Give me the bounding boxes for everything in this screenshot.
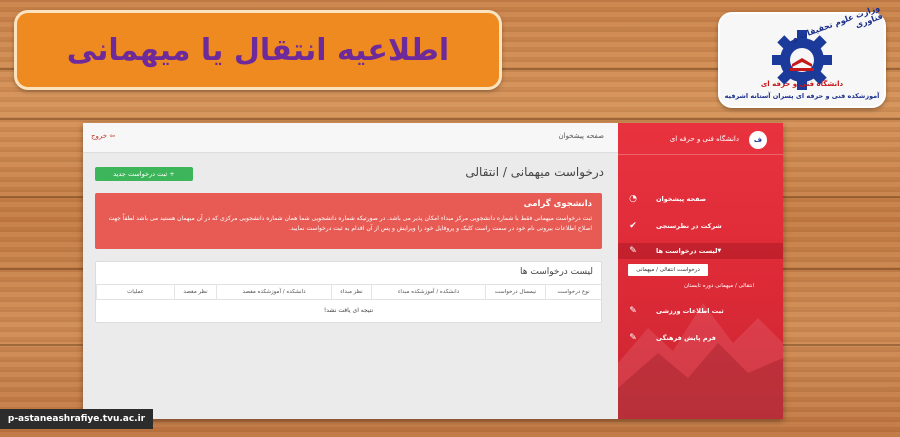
title-banner: اطلاعیه انتقال یا میهمانی xyxy=(14,10,502,90)
column-header: نوع درخواست xyxy=(545,285,601,299)
logout-label: خروج xyxy=(91,132,108,140)
mountains-background xyxy=(618,303,783,419)
page-title: درخواست میهمانی / انتقالی xyxy=(465,165,604,179)
requests-table-header: نوع درخواست نیمسال درخواست دانشکده / آمو… xyxy=(96,284,601,300)
sidebar-item-label: صفحه پیشخوان xyxy=(656,195,707,203)
sidebar-header-title: دانشگاه فنی و حرفه ای xyxy=(669,135,739,143)
breadcrumb-home[interactable]: صفحه پیشخوان xyxy=(558,132,604,140)
sidebar: ف دانشگاه فنی و حرفه ای ◔ صفحه پیشخوان ✔… xyxy=(618,123,783,419)
sidebar-item-dashboard[interactable]: ◔ صفحه پیشخوان xyxy=(618,191,783,207)
plus-icon: + xyxy=(167,170,175,178)
empty-table-message: نتیجه ای یافت نشد! xyxy=(323,307,374,314)
alert-text: ثبت درخواست میهمانی فقط با شماره دانشجوی… xyxy=(108,215,592,232)
sidebar-header: ف دانشگاه فنی و حرفه ای xyxy=(618,123,783,155)
university-logo: وزارت علوم تحقیقات و فناوری دانشگاه فنی … xyxy=(718,3,886,108)
dashboard-icon: ◔ xyxy=(629,194,637,204)
logo-college-text: آموزشکده فنی و حرفه ای پسران آستانه اشرف… xyxy=(724,92,880,100)
website-url-tag: p-astaneashrafiye.tvu.ac.ir xyxy=(0,409,153,429)
new-request-button[interactable]: + ثبت درخواست جدید xyxy=(95,167,193,181)
column-header: نظر مقصد xyxy=(174,285,216,299)
new-request-label: ثبت درخواست جدید xyxy=(113,170,168,178)
logo-university-text: دانشگاه فنی و حرفه ای xyxy=(760,80,844,88)
sidebar-item-label: لیست درخواست ها xyxy=(656,247,718,255)
column-header: دانشکده / آموزشکده مبداء xyxy=(371,285,485,299)
sidebar-item-label: شرکت در نظرسنجی xyxy=(656,222,722,230)
caret-down-icon: ▼ xyxy=(717,248,722,254)
sidebar-subitem-summer-transfer[interactable]: انتقالی / میهمانی دوره تابستان xyxy=(624,283,754,289)
edit-icon: ✎ xyxy=(629,246,637,256)
requests-panel-title: لیست درخواست ها xyxy=(520,267,593,277)
university-emblem-icon: ف xyxy=(749,131,767,149)
notice-alert: دانشجوی گرامی ثبت درخواست میهمانی فقط با… xyxy=(95,193,602,249)
column-header: عملیات xyxy=(96,285,174,299)
requests-panel: لیست درخواست ها نوع درخواست نیمسال درخوا… xyxy=(95,261,602,323)
logout-link[interactable]: ⇦ خروج xyxy=(91,132,115,140)
main-content: ⇦ خروج صفحه پیشخوان درخواست میهمانی / ان… xyxy=(83,123,618,419)
sidebar-item-label: فرم پایش فرهنگی xyxy=(656,334,716,342)
edit-icon: ✎ xyxy=(629,333,637,343)
column-header: نیمسال درخواست xyxy=(485,285,545,299)
alert-title: دانشجوی گرامی xyxy=(523,199,592,209)
column-header: دانشکده / آموزشکده مقصد xyxy=(216,285,331,299)
sidebar-item-cultural-form[interactable]: ✎ فرم پایش فرهنگی xyxy=(618,330,783,346)
banner-title: اطلاعیه انتقال یا میهمانی xyxy=(66,32,450,68)
sidebar-item-label: ثبت اطلاعات ورزشی xyxy=(656,307,724,315)
sidebar-subitem-transfer-request[interactable]: درخواست انتقالی / میهمانی xyxy=(628,264,708,276)
app-window: ⇦ خروج صفحه پیشخوان درخواست میهمانی / ان… xyxy=(83,123,783,419)
top-bar: ⇦ خروج صفحه پیشخوان xyxy=(83,123,618,153)
column-header: نظر مبداء xyxy=(331,285,371,299)
sidebar-item-survey[interactable]: ✔ شرکت در نظرسنجی xyxy=(618,218,783,234)
sidebar-item-sports[interactable]: ✎ ثبت اطلاعات ورزشی xyxy=(618,303,783,319)
sidebar-item-requests[interactable]: ✎ لیست درخواست ها ▼ xyxy=(618,243,783,259)
edit-icon: ✎ xyxy=(629,306,637,316)
check-icon: ✔ xyxy=(629,221,637,231)
